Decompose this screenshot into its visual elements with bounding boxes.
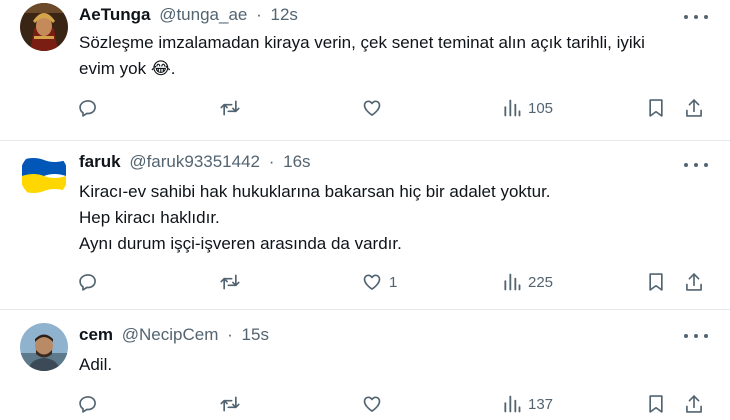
tweet-text-line: Hep kiracı haklıdır. [79,208,220,227]
author-handle[interactable]: @tunga_ae [159,5,247,24]
tweet-text: Sözleşme imzalamadan kiraya verin, çek s… [79,30,719,82]
views-icon [504,99,521,117]
tweet-text-line: Aynı durum işçi-işveren arasında da vard… [79,234,402,253]
action-bar: 105 [0,96,730,120]
view-count: 105 [528,99,554,117]
tweet[interactable]: faruk @faruk93351442 · 16s Kiracı-ev sah… [0,140,730,309]
more-icon[interactable] [684,10,708,24]
face-with-tears-of-joy-emoji: 😂 [150,59,171,78]
more-icon[interactable] [684,158,708,172]
tweet-text-line: Sözleşme imzalamadan kiraya verin, çek s… [79,33,645,52]
tweet-feed: AeTunga @tunga_ae · 12s Sözleşme imzalam… [0,0,730,420]
author-handle[interactable]: @NecipCem [122,325,219,344]
ukraine-flag-avatar [20,151,68,199]
bookmark-icon [649,99,663,117]
retweet-icon [220,100,240,116]
author-handle[interactable]: @faruk93351442 [129,152,260,171]
action-bar: 1 225 [0,270,730,294]
separator: · [268,152,275,171]
separator: · [256,5,262,24]
like-button[interactable]: 1 [361,270,397,294]
views-icon [504,395,521,413]
author-name[interactable]: AeTunga [79,5,150,24]
bookmark-button[interactable] [646,96,666,120]
tweet-text-fragment: . [170,59,176,78]
separator: · [227,325,233,344]
author-name[interactable]: cem [79,325,113,344]
tweet-header: AeTunga @tunga_ae · 12s [79,4,298,26]
tweet-header: cem @NecipCem · 15s [79,324,269,346]
author-name[interactable]: faruk [79,152,121,171]
bookmark-icon [649,395,663,413]
views-button[interactable]: 137 [502,392,553,416]
like-button[interactable] [361,96,389,120]
tweet[interactable]: AeTunga @tunga_ae · 12s Sözleşme imzalam… [0,0,730,140]
bookmark-button[interactable] [646,392,666,416]
bookmark-button[interactable] [646,270,666,294]
heart-icon [363,274,381,290]
views-button[interactable]: 225 [502,270,553,294]
like-count: 1 [389,273,398,291]
avatar[interactable] [20,151,68,199]
tweet-header: faruk @faruk93351442 · 16s [79,151,311,173]
share-icon [686,273,702,291]
views-button[interactable]: 105 [502,96,553,120]
tweet[interactable]: cem @NecipCem · 15s Adil. 137 [0,309,730,420]
retweet-icon [220,396,240,412]
reply-button[interactable] [78,270,104,294]
share-button[interactable] [684,270,704,294]
like-button[interactable] [361,392,389,416]
timestamp[interactable]: 12s [271,5,298,24]
reply-icon [79,396,96,413]
retweet-button[interactable] [219,96,247,120]
action-bar: 137 [0,392,730,416]
share-button[interactable] [684,392,704,416]
avatar[interactable] [20,323,68,371]
reply-button[interactable] [78,392,104,416]
tweet-text: Adil. [79,352,719,378]
tweet-text-line: evim yok 😂. [79,56,719,82]
avatar[interactable] [20,3,68,51]
tweet-text-line: Adil. [79,355,113,374]
more-icon[interactable] [684,329,708,343]
heart-icon [363,396,381,412]
tweet-text: Kiracı-ev sahibi hak hukuklarına bakarsa… [79,179,719,257]
share-button[interactable] [684,96,704,120]
reply-icon [79,274,96,291]
reply-button[interactable] [78,96,104,120]
share-icon [686,99,702,117]
timestamp[interactable]: 15s [242,325,269,344]
bookmark-icon [649,273,663,291]
retweet-button[interactable] [219,392,247,416]
retweet-button[interactable] [219,270,247,294]
views-icon [504,273,521,291]
view-count: 137 [528,395,554,413]
reply-icon [79,100,96,117]
heart-icon [363,100,381,116]
tweet-text-fragment: evim yok [79,59,147,78]
share-icon [686,395,702,413]
timestamp[interactable]: 16s [283,152,310,171]
tweet-text-line: Kiracı-ev sahibi hak hukuklarına bakarsa… [79,182,551,201]
retweet-icon [220,274,240,290]
view-count: 225 [528,273,554,291]
